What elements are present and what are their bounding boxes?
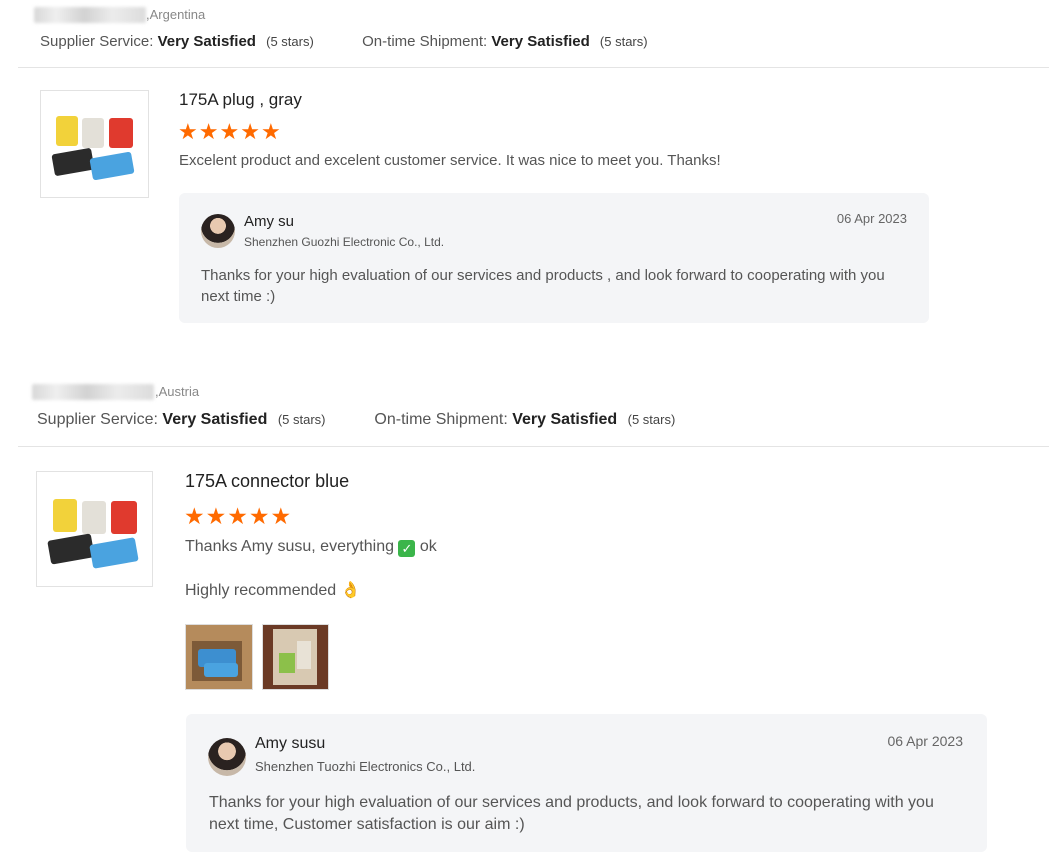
star-icon: ★: [270, 503, 293, 529]
star-icon: ★: [219, 119, 241, 144]
star-icon: ★: [198, 119, 220, 144]
reviewer-name-redacted: [32, 384, 154, 400]
star-icon: ★: [184, 503, 206, 529]
review-comment: Highly recommended 👌: [185, 582, 361, 599]
review-meta: Supplier Service: Very Satisfied (5 star…: [40, 33, 648, 50]
supplier-service-stars: (5 stars): [266, 34, 314, 49]
star-icon: ★: [205, 503, 228, 529]
shipment-value: Very Satisfied: [491, 33, 590, 50]
supplier-reply: Amy susu Shenzhen Tuozhi Electronics Co.…: [186, 714, 987, 852]
reply-message-line: Thanks for your high evaluation of our s…: [201, 267, 885, 284]
supplier-reply: Amy su Shenzhen Guozhi Electronic Co., L…: [179, 193, 929, 323]
avatar: [208, 738, 246, 776]
reply-author-name: Amy su: [244, 213, 295, 230]
supplier-service-value: Very Satisfied: [157, 33, 256, 50]
supplier-service-label: Supplier Service:: [40, 33, 154, 50]
rating-stars: ★★★★★: [178, 121, 282, 143]
shipment-label: On-time Shipment:: [362, 33, 488, 50]
review-comment-text: Thanks Amy susu, everything: [185, 538, 394, 555]
star-icon: ★: [248, 503, 271, 529]
divider: [18, 446, 1049, 447]
reviewer-country: ,Austria: [155, 384, 200, 399]
reply-message-line: next time, Customer satisfaction is our …: [209, 816, 525, 833]
reviewer-country: ,Argentina: [146, 7, 206, 22]
reviewer-name-redacted: [34, 7, 146, 23]
review-comment: Thanks Amy susu, everything ✓ ok: [185, 538, 437, 557]
rating-stars: ★★★★★: [184, 503, 293, 529]
shipment-stars: (5 stars): [599, 34, 648, 49]
review-photo[interactable]: [185, 624, 253, 690]
shipment-label: On-time Shipment:: [374, 411, 508, 428]
avatar: [201, 214, 235, 248]
star-icon: ★: [260, 119, 282, 144]
product-title[interactable]: 175A connector blue: [185, 471, 349, 492]
reply-date: 06 Apr 2023: [887, 733, 963, 749]
reply-message-line: Thanks for your high evaluation of our s…: [209, 794, 934, 811]
star-icon: ★: [240, 119, 261, 144]
review-meta: Supplier Service: Very Satisfied (5 star…: [37, 411, 675, 429]
review-photo[interactable]: [262, 624, 329, 690]
reply-message-line: next time :): [201, 288, 276, 305]
review-comment: Excelent product and excelent customer s…: [179, 152, 721, 169]
reply-author-company: Shenzhen Tuozhi Electronics Co., Ltd.: [255, 759, 476, 774]
reply-message: Thanks for your high evaluation of our s…: [201, 265, 901, 307]
shipment-stars: (5 stars): [627, 412, 676, 427]
product-thumbnail[interactable]: [40, 90, 149, 198]
supplier-service-value: Very Satisfied: [162, 411, 268, 428]
reply-author-company: Shenzhen Guozhi Electronic Co., Ltd.: [244, 235, 445, 249]
supplier-service-stars: (5 stars): [277, 412, 326, 427]
star-icon: ★: [227, 503, 249, 529]
reply-date: 06 Apr 2023: [836, 211, 907, 226]
review-comment-text: ok: [419, 538, 437, 555]
reply-author-name: Amy susu: [255, 735, 326, 752]
reply-message: Thanks for your high evaluation of our s…: [209, 792, 969, 836]
star-icon: ★: [178, 119, 199, 144]
product-title[interactable]: 175A plug , gray: [179, 90, 302, 110]
supplier-service-label: Supplier Service:: [37, 411, 158, 428]
shipment-value: Very Satisfied: [512, 411, 618, 428]
divider: [18, 67, 1049, 68]
product-thumbnail[interactable]: [36, 471, 153, 587]
check-mark-icon: ✓: [398, 540, 416, 557]
